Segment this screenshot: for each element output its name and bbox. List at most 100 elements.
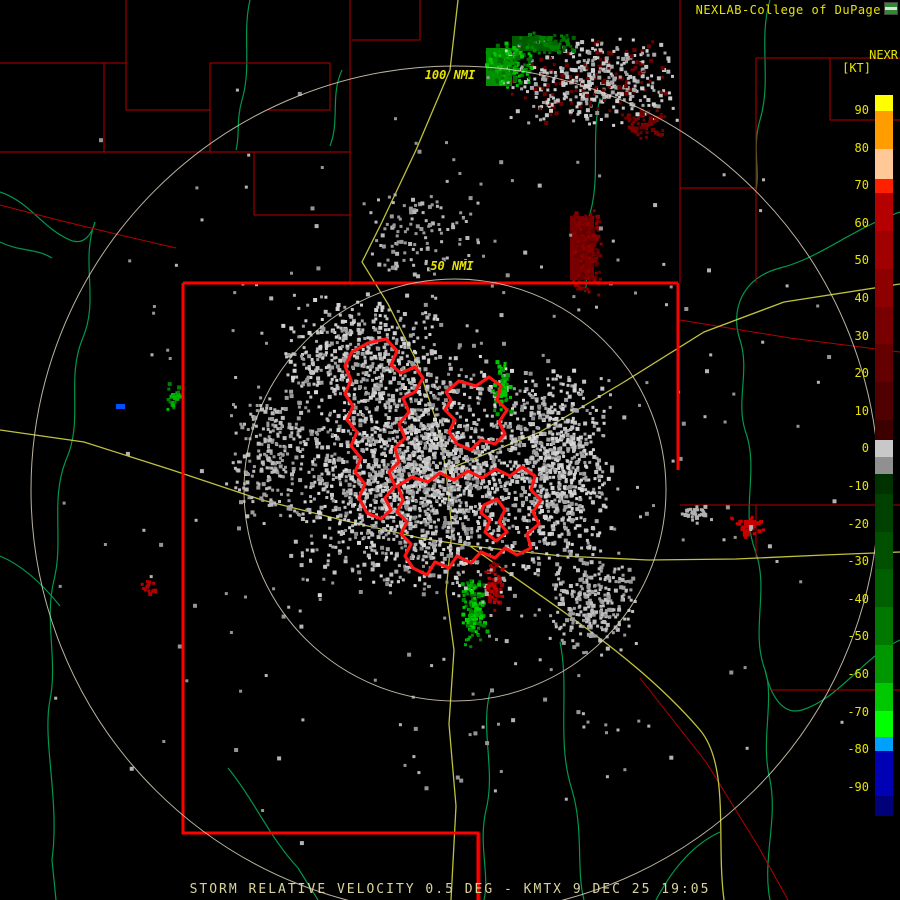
echo-pixel (532, 104, 536, 108)
echo-pixel (583, 63, 587, 67)
echo-pixel (461, 522, 465, 526)
echo-pixel (614, 580, 618, 584)
echo-pixel (317, 405, 321, 409)
echo-pixel (332, 458, 336, 461)
echo-pixel (374, 391, 377, 395)
echo-pixel (583, 287, 587, 291)
echo-pixel (580, 587, 584, 591)
echo-pixel (519, 36, 523, 40)
echo-pixel (549, 431, 553, 434)
echo-pixel (514, 447, 518, 451)
echo-pixel (435, 200, 439, 204)
echo-pixel (428, 463, 432, 467)
echo-pixel (562, 49, 566, 53)
echo-pixel (419, 457, 423, 461)
echo-pixel (542, 117, 546, 121)
echo-pixel (370, 252, 374, 256)
echo-pixel (499, 590, 503, 594)
echo-pixel (553, 540, 557, 544)
echo-pixel (374, 439, 378, 444)
echo-pixel (578, 248, 582, 252)
echo-pixel (529, 85, 534, 90)
echo-pixel (396, 403, 400, 407)
echo-pixel (601, 80, 606, 85)
echo-pixel (435, 204, 439, 208)
echo-pixel (379, 574, 383, 578)
echo-pixel (573, 68, 578, 73)
echo-pixel (335, 378, 339, 382)
echo-pixel (539, 491, 543, 495)
echo-pixel (511, 503, 515, 507)
echo-pixel (477, 435, 481, 439)
echo-pixel (583, 570, 587, 574)
echo-pixel (430, 203, 434, 207)
echo-pixel (503, 487, 507, 491)
echo-pixel (586, 617, 590, 621)
echo-pixel (611, 631, 615, 635)
echo-pixel (423, 408, 427, 412)
echo-pixel (476, 560, 480, 564)
echo-pixel (586, 589, 590, 593)
echo-pixel (483, 408, 487, 412)
echo-pixel (462, 593, 466, 597)
echo-pixel (236, 468, 241, 473)
echo-pixel (495, 412, 500, 417)
echo-pixel (596, 427, 601, 432)
echo-pixel (372, 498, 376, 502)
echo-pixel (462, 605, 466, 609)
echo-pixel (532, 48, 537, 53)
echo-pixel (561, 66, 565, 70)
echo-pixel (641, 51, 644, 55)
echo-pixel (331, 466, 335, 470)
echo-pixel (265, 454, 269, 458)
echo-pixel (559, 39, 563, 43)
echo-pixel (456, 483, 459, 487)
echo-pixel (414, 542, 418, 546)
echo-pixel (474, 512, 478, 516)
echo-pixel (575, 41, 580, 46)
echo-pixel (252, 469, 256, 473)
echo-pixel (556, 494, 561, 499)
echo-pixel (583, 263, 587, 267)
echo-pixel (407, 389, 411, 392)
echo-pixel (243, 422, 246, 426)
echo-pixel (604, 113, 609, 118)
echo-pixel (338, 358, 343, 363)
echo-pixel (566, 459, 570, 463)
echo-pixel (292, 368, 297, 373)
echo-pixel (354, 536, 358, 540)
echo-pixel (411, 377, 416, 382)
echo-pixel (513, 411, 517, 415)
echo-pixel (587, 478, 591, 482)
echo-pixel (413, 466, 417, 470)
echo-pixel (537, 529, 542, 534)
echo-pixel (432, 491, 437, 496)
echo-pixel (396, 477, 400, 481)
echo-pixel (493, 409, 497, 413)
echo-pixel (451, 225, 456, 230)
echo-pixel (503, 380, 507, 384)
echo-pixel (344, 511, 349, 516)
echo-pixel (595, 50, 600, 55)
echo-pixel (554, 111, 559, 116)
echo-pixel (309, 534, 313, 538)
echo-pixel (392, 377, 396, 381)
echo-pixel (394, 420, 398, 424)
echo-pixel (337, 368, 342, 373)
echo-pixel (533, 82, 538, 87)
echo-pixel (517, 530, 521, 534)
echo-pixel (434, 249, 438, 253)
echo-pixel (394, 569, 399, 574)
echo-pixel (378, 314, 382, 318)
echo-pixel (393, 402, 397, 406)
echo-pixel (358, 590, 363, 594)
echo-pixel (152, 581, 156, 585)
echo-pixel (568, 584, 573, 588)
echo-pixel (644, 64, 649, 69)
echo-pixel (420, 201, 425, 206)
echo-pixel (306, 303, 310, 307)
echo-pixel (583, 421, 588, 426)
echo-pixel (530, 42, 534, 46)
echo-pixel (589, 212, 593, 216)
echo-pixel (341, 460, 346, 464)
